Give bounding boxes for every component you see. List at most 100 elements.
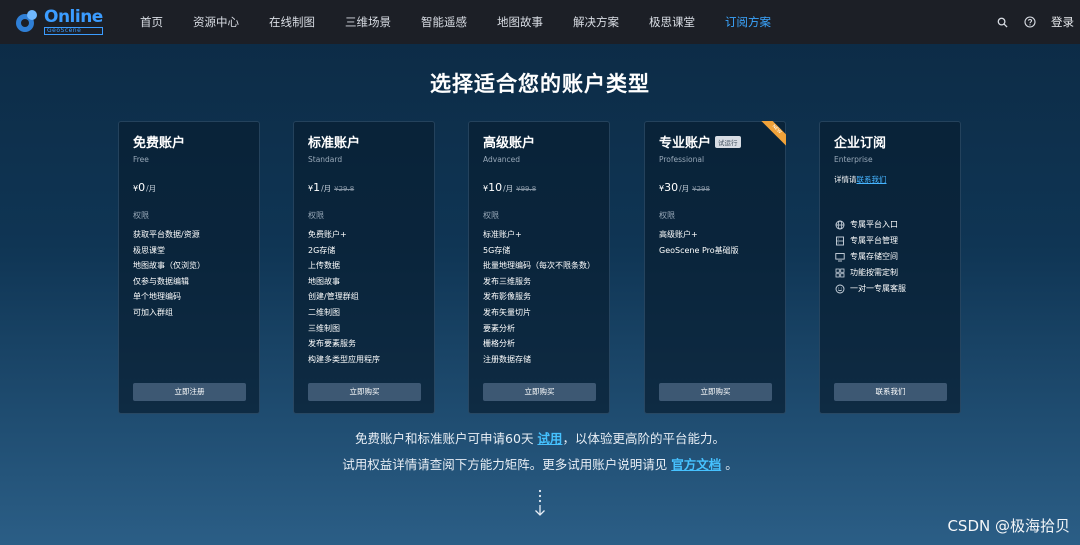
logo-sub: GeoScene (44, 27, 103, 35)
plan-title: 免费账户 (133, 136, 186, 151)
trial-note: 免费账户和标准账户可申请60天 试用，以体验更高阶的平台能力。 (355, 431, 725, 446)
nav-item-4[interactable]: 智能遥感 (421, 14, 467, 30)
feature-item: 专属平台管理 (834, 233, 946, 249)
logo-mark-icon (16, 10, 40, 34)
perm-list: 标准账户+ 5G存储批量地理编码（每次不限条数） 发布三维服务 发布影像服务 发布矢量切… (483, 227, 595, 367)
buy-button[interactable]: 立即购买 (483, 383, 596, 401)
nav-item-2[interactable]: 在线制图 (269, 14, 315, 30)
contact-line: 详情请联系我们 (834, 175, 887, 184)
trial-tag: 试运行 (715, 135, 741, 148)
perm-item: 二维制图 (308, 307, 340, 317)
perm-item: 极思课堂 (133, 245, 165, 255)
perm-item: 要素分析 (483, 323, 515, 333)
original-price: ¥298 (692, 185, 710, 193)
plan-subtitle: Professional (659, 155, 705, 164)
original-price: ¥29.8 (334, 185, 355, 193)
watermark: CSDN @极海拾贝 (947, 517, 1070, 535)
perm-item: 地图故事（仅浏览） (133, 261, 205, 271)
perm-item: GeoScene Pro基础版 (659, 245, 739, 255)
perm-list: 高级账户+ GeoScene Pro基础版 (659, 227, 771, 258)
perm-item: 2G存储 (308, 245, 336, 255)
perm-item: 构建多类型应用程序 (308, 354, 380, 364)
perm-list: 获取平台数据/资源 极思课堂地图故事（仅浏览） 仅参与数据编辑 单个地理编码 可加入群组 (133, 227, 245, 321)
perm-item: 地图故事 (308, 276, 340, 286)
perm-item: 单个地理编码 (133, 292, 181, 302)
plan-card-free: 免费账户 Free ¥0/月权限获取平台数据/资源 极思课堂地图故事（仅浏览） 仅参与数… (118, 121, 260, 414)
nav-item-7[interactable]: 极思课堂 (649, 14, 695, 30)
plan-price: ¥30/月 ¥298 (659, 181, 710, 194)
plan-subtitle: Standard (308, 155, 343, 164)
help-icon[interactable] (1023, 15, 1037, 29)
perm-title: 权限 (308, 211, 324, 220)
buy-button[interactable]: 立即购买 (659, 383, 772, 401)
server-icon (834, 236, 845, 247)
nav-item-1[interactable]: 资源中心 (193, 14, 239, 30)
feature-list: 专属平台入口 专属平台管理 专属存储空间 功能按需定制 一对一专属客服 (834, 217, 946, 297)
buy-button[interactable]: 立即购买 (308, 383, 421, 401)
perm-title: 权限 (659, 211, 675, 220)
plan-card-standard: 标准账户 Standard ¥1/月 ¥29.8 权限免费账户+ 2G存储上传数据地图故事… (293, 121, 435, 414)
plan-subtitle: Free (133, 155, 149, 164)
main-menu: 首页 资源中心 在线制图 三维场景 智能遥感 地图故事 解决方案 极思课堂 订阅方案 (140, 0, 801, 44)
logo-main: Online (44, 7, 103, 27)
nav-item-0[interactable]: 首页 (140, 14, 163, 30)
plan-price: ¥1/月 ¥29.8 (308, 181, 355, 194)
top-nav: Online GeoScene 首页 资源中心 在线制图 三维场景 智能遥感 地图故事 解决… (0, 0, 1080, 44)
plan-title: 标准账户 (308, 136, 361, 151)
perm-item: 可加入群组 (133, 307, 173, 317)
perm-item: 批量地理编码（每次不限条数） (483, 261, 595, 271)
perm-item: 标准账户+ (483, 230, 522, 239)
perm-item: 获取平台数据/资源 (133, 230, 200, 239)
plan-card-advanced: 高级账户 Advanced ¥10/月 ¥99.8 权限 标准账户+ 5G存储 批量地理编码（… (468, 121, 610, 414)
smile-icon (834, 284, 845, 295)
perm-item: 上传数据 (308, 261, 340, 271)
perm-item: 发布影像服务 (483, 292, 531, 302)
plan-price: ¥0/月 (133, 181, 157, 194)
perm-item: 高级账户+ (659, 230, 698, 239)
original-price: ¥99.8 (516, 185, 537, 193)
perm-item: 5G存储 (483, 245, 511, 255)
feature-item: 功能按需定制 (834, 265, 946, 281)
perm-list: 免费账户+ 2G存储上传数据地图故事创建/管理群组 二维制图三维制图发布要素服务构建… (308, 227, 420, 367)
perm-item: 三维制图 (308, 323, 340, 333)
plan-price: ¥10/月 ¥99.8 (483, 181, 537, 194)
plan-title: 高级账户 (483, 136, 536, 151)
contact-us-link[interactable]: 联系我们 (857, 175, 887, 184)
perm-item: 创建/管理群组 (308, 292, 359, 302)
perm-item: 栅格分析 (483, 339, 515, 349)
docs-link[interactable]: 官方文档 (671, 457, 721, 472)
plan-subtitle: Enterprise (834, 155, 873, 164)
nav-item-8[interactable]: 订阅方案 (725, 14, 771, 30)
globe-icon (834, 220, 845, 231)
grid-icon (834, 268, 845, 279)
feature-item: 一对一专属客服 (834, 281, 946, 297)
plan-title: 专业账户 试运行 (659, 132, 771, 151)
plan-card-enterprise: 企业订阅 Enterprise 详情请联系我们专属平台入口 专属平台管理 专属存储空间功… (819, 121, 961, 414)
nav-item-3[interactable]: 三维场景 (345, 14, 391, 30)
perm-item: 注册数据存储 (483, 354, 531, 364)
nav-item-5[interactable]: 地图故事 (497, 14, 543, 30)
search-icon[interactable] (995, 15, 1009, 29)
nav-item-6[interactable]: 解决方案 (573, 14, 619, 30)
register-button[interactable]: 立即注册 (133, 383, 246, 401)
perm-title: 权限 (133, 211, 149, 220)
perm-item: 发布三维服务 (483, 276, 531, 286)
plan-cards: 免费账户 Free ¥0/月权限获取平台数据/资源 极思课堂地图故事（仅浏览） 仅参与数… (118, 121, 964, 415)
trial-link[interactable]: 试用 (537, 431, 562, 446)
perm-title: 权限 (483, 211, 499, 220)
feature-item: 专属存储空间 (834, 249, 946, 265)
logo[interactable]: Online GeoScene (16, 9, 103, 35)
monitor-icon (834, 252, 845, 263)
plan-card-professional: 专业账户 试运行 NEW Professional ¥30/月 ¥298 权限高级账户+ Ge… (644, 121, 786, 414)
docs-note: 试用权益详情请查阅下方能力矩阵。更多试用账户说明请见 官方文档 。 (342, 457, 738, 472)
page-title: 选择适合您的账户类型 (430, 72, 650, 96)
perm-item: 发布矢量切片 (483, 307, 531, 317)
plan-title: 企业订阅 (834, 136, 887, 151)
perm-item: 免费账户+ (308, 230, 347, 239)
login-link[interactable]: 登录 (1051, 14, 1074, 30)
new-ribbon: NEW (760, 121, 786, 147)
perm-item: 发布要素服务 (308, 339, 356, 349)
scroll-down-icon[interactable] (532, 488, 548, 518)
contact-button[interactable]: 联系我们 (834, 383, 947, 401)
perm-item: 仅参与数据编辑 (133, 276, 189, 286)
